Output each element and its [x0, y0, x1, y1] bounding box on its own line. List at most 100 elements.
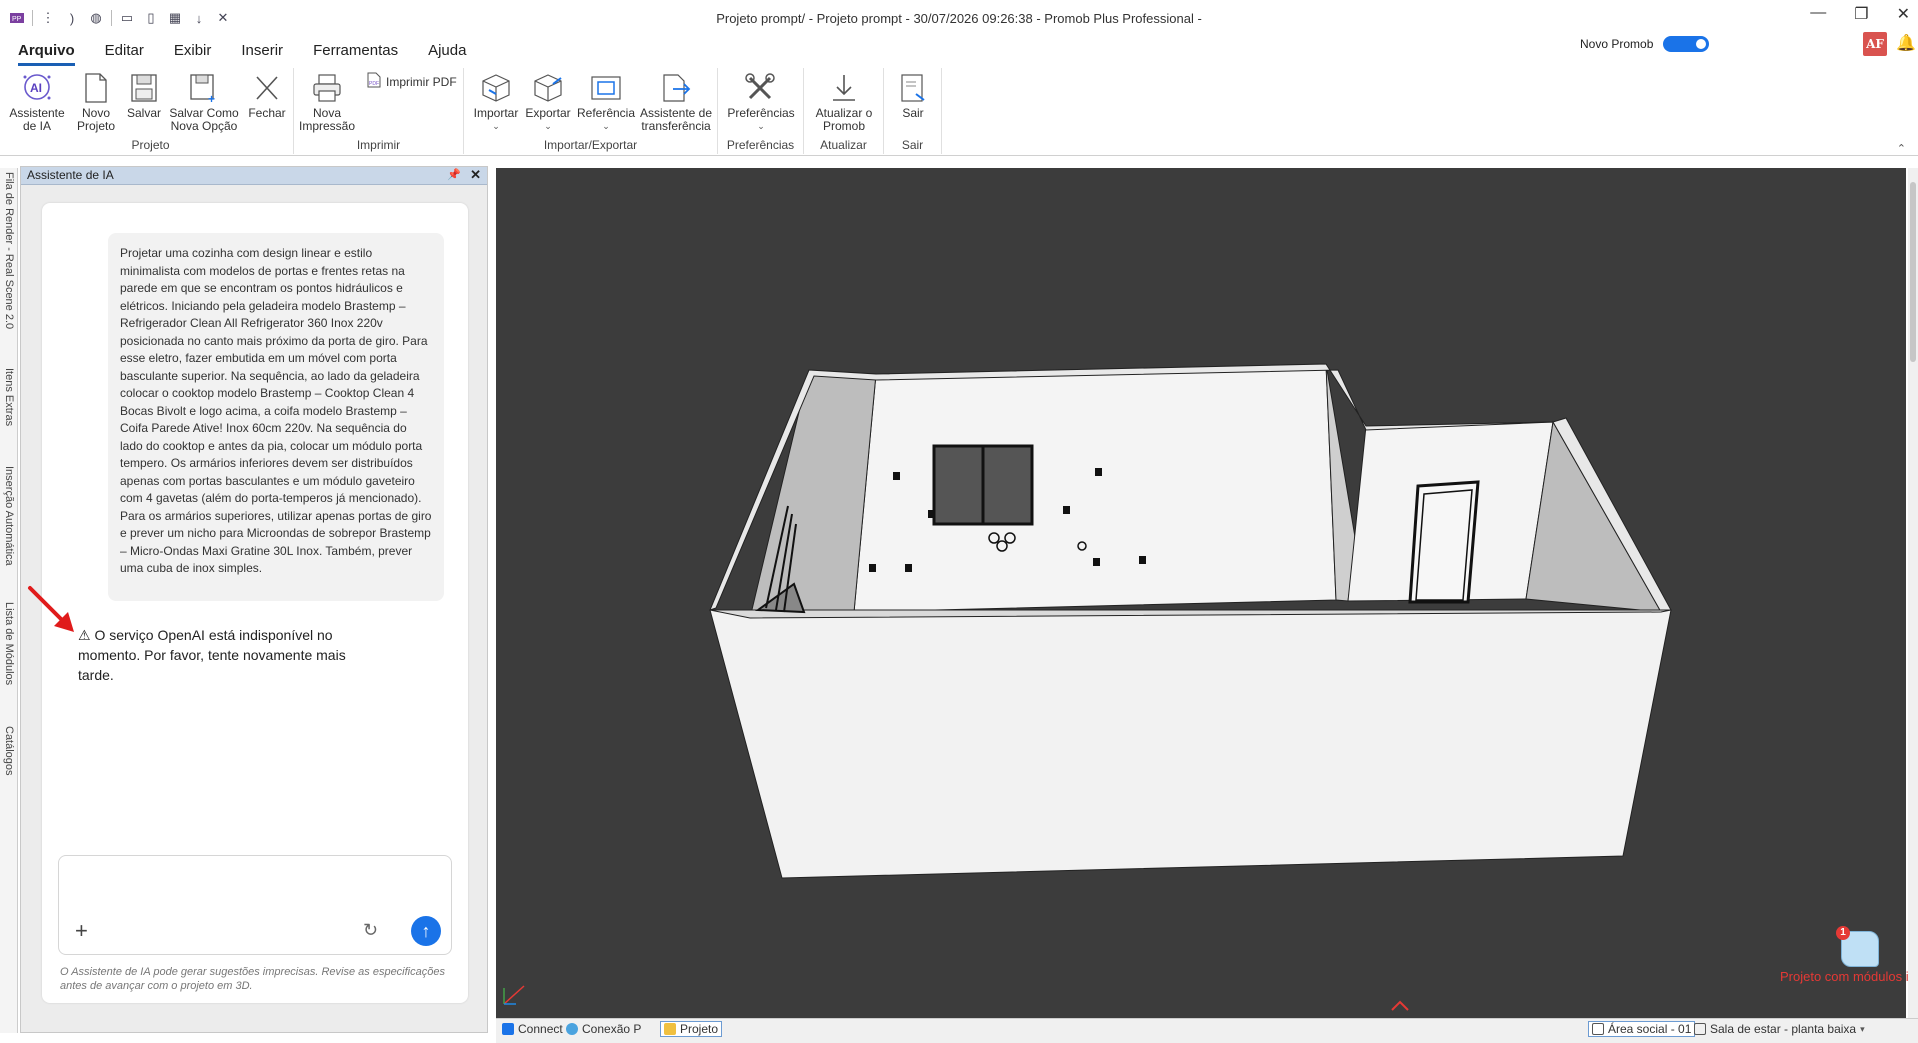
ribbon-group-imprimir: Nova Impressão PDF Imprimir PDF Imprimir	[294, 68, 464, 154]
annotation-arrow-icon	[28, 586, 74, 632]
vertical-scrollbar[interactable]	[1908, 168, 1918, 1018]
save-as-icon: +	[187, 72, 221, 104]
warning-count-badge: 1	[1836, 926, 1850, 940]
import-cube-icon	[479, 72, 513, 104]
area-label: Área social - 01	[1608, 1022, 1692, 1036]
pdf-icon: PDF	[366, 72, 382, 91]
add-attachment-button[interactable]: +	[75, 918, 88, 944]
atualizar-button[interactable]: Atualizar o Promob	[808, 72, 880, 133]
area-selector[interactable]: Área social - 01	[1588, 1021, 1696, 1037]
close-x-icon	[250, 72, 284, 104]
message-bubble-icon: 1	[1836, 926, 1879, 967]
tab-projeto[interactable]: Projeto	[660, 1021, 723, 1037]
referencia-label: Referência	[576, 106, 636, 120]
importar-label: Importar	[473, 106, 519, 120]
tab-fila-de-render[interactable]: Fila de Render - Real Scene 2.0	[1, 172, 17, 362]
tab-lista-de-modulos[interactable]: Lista de Módulos	[1, 602, 17, 718]
assistente-ia-button[interactable]: AI Assistente de IA	[9, 72, 65, 133]
tab-conexao-p-label: Conexão P	[582, 1022, 642, 1036]
exportar-button[interactable]: Exportar ⌄	[524, 72, 572, 133]
globe-icon	[566, 1023, 578, 1035]
salvar-button[interactable]: Salvar	[126, 72, 162, 120]
nova-impressao-button[interactable]: Nova Impressão	[299, 72, 356, 133]
ribbon: AI Assistente de IA Novo Projeto Salvar …	[0, 66, 1918, 156]
user-message-bubble: Projetar uma cozinha com design linear e…	[108, 233, 444, 601]
svg-text:AI: AI	[30, 81, 42, 95]
chevron-down-icon: ⌄	[757, 121, 765, 131]
floorplan-icon	[1592, 1023, 1604, 1035]
preferencias-button[interactable]: Preferências ⌄	[724, 72, 798, 133]
reset-icon[interactable]: ↻	[363, 920, 378, 941]
user-avatar[interactable]: AF	[1863, 32, 1887, 56]
ribbon-group-preferencias: Preferências ⌄ Preferências	[718, 68, 804, 154]
bell-icon[interactable]: 🔔	[1896, 33, 1916, 53]
assistente-transferencia-button[interactable]: Assistente de transferência	[638, 72, 714, 133]
chat-card: Projetar uma cozinha com design linear e…	[42, 203, 468, 1003]
tab-catalogos[interactable]: Catálogos	[1, 726, 17, 806]
ai-icon: AI	[20, 72, 54, 104]
menu-editar[interactable]: Editar	[105, 42, 144, 66]
preferencias-label: Preferências	[727, 106, 795, 120]
group-label-preferencias: Preferências	[726, 138, 795, 152]
save-icon	[127, 72, 161, 104]
novo-promob-toggle-group: Novo Promob	[1580, 36, 1710, 52]
connect-icon	[502, 1023, 514, 1035]
room-label: Sala de estar - planta baixa	[1710, 1022, 1857, 1036]
tab-conexao-p[interactable]: Conexão P	[566, 1022, 641, 1036]
warning-text: Projeto com módulos inválidos	[1780, 969, 1918, 984]
importar-button[interactable]: Importar ⌄	[472, 72, 520, 133]
tab-projeto-label: Projeto	[680, 1022, 719, 1036]
close-icon[interactable]: ✕	[470, 166, 481, 183]
3d-viewport[interactable]: 1 Projeto com módulos inválidos	[496, 168, 1918, 1018]
imprimir-pdf-button[interactable]: PDF Imprimir PDF	[366, 72, 457, 91]
send-button[interactable]: ↑	[411, 916, 441, 946]
referencia-button[interactable]: Referência ⌄	[576, 72, 636, 133]
group-label-sair: Sair	[901, 138, 924, 152]
collapse-ribbon-icon[interactable]: ⌃	[1897, 142, 1906, 155]
fechar-button[interactable]: Fechar	[246, 72, 288, 120]
chevron-down-icon: ⌄	[602, 121, 610, 131]
chevron-down-icon: ⌄	[492, 121, 500, 131]
room-selector[interactable]: Sala de estar - planta baixa ▾	[1694, 1022, 1865, 1036]
room-3d-model	[709, 363, 1672, 879]
chat-input-box[interactable]: + ↻ ↑	[58, 855, 452, 955]
close-icon[interactable]: ✕	[1897, 4, 1910, 24]
nova-impressao-label: Nova Impressão	[299, 106, 356, 133]
menu-ajuda[interactable]: Ajuda	[428, 42, 466, 66]
warning-message: ⚠ O serviço OpenAI está indisponível no …	[78, 625, 378, 685]
printer-icon	[310, 72, 344, 104]
novo-projeto-button[interactable]: Novo Projeto	[74, 72, 118, 133]
tab-connect-label: Connect	[518, 1022, 563, 1036]
novo-promob-toggle[interactable]	[1663, 36, 1710, 52]
panel-header: Assistente de IA 📌 ✕	[21, 167, 487, 185]
ribbon-group-sair: Sair Sair	[884, 68, 942, 154]
exit-icon	[896, 72, 930, 104]
restore-icon[interactable]: ❐	[1854, 4, 1868, 24]
ai-assistant-panel: Assistente de IA 📌 ✕ Projetar uma cozinh…	[20, 166, 488, 1033]
novo-promob-label: Novo Promob	[1580, 37, 1654, 51]
menu-inserir[interactable]: Inserir	[241, 42, 283, 66]
sair-button[interactable]: Sair	[892, 72, 934, 120]
tab-itens-extras[interactable]: Itens Extras	[1, 368, 17, 458]
tab-connect[interactable]: Connect	[502, 1022, 563, 1036]
window-controls: — ❐ ✕	[1810, 4, 1910, 24]
menu-exibir[interactable]: Exibir	[174, 42, 212, 66]
reference-icon	[589, 72, 623, 104]
panel-title: Assistente de IA	[27, 168, 114, 182]
minimize-icon[interactable]: —	[1810, 4, 1826, 24]
pin-icon[interactable]: 📌	[447, 167, 461, 184]
salvar-como-label: Salvar Como Nova Opção	[169, 106, 239, 133]
tab-insercao-automatica[interactable]: Inserção Automática	[1, 466, 17, 594]
atualizar-label: Atualizar o Promob	[815, 106, 873, 133]
menu-arquivo[interactable]: Arquivo	[18, 42, 75, 66]
menu-ferramentas[interactable]: Ferramentas	[313, 42, 398, 66]
chevron-down-icon: ▾	[1860, 1023, 1865, 1034]
new-document-icon	[79, 72, 113, 104]
side-tab-strip: Fila de Render - Real Scene 2.0 Itens Ex…	[0, 168, 18, 1033]
svg-text:+: +	[208, 92, 215, 104]
export-cube-icon	[531, 72, 565, 104]
invalid-modules-warning[interactable]: 1 Projeto com módulos inválidos	[1780, 926, 1918, 984]
salvar-como-button[interactable]: + Salvar Como Nova Opção	[168, 72, 240, 133]
assistente-transferencia-label: Assistente de transferência	[639, 106, 713, 133]
axis-gizmo-icon	[503, 985, 525, 1005]
